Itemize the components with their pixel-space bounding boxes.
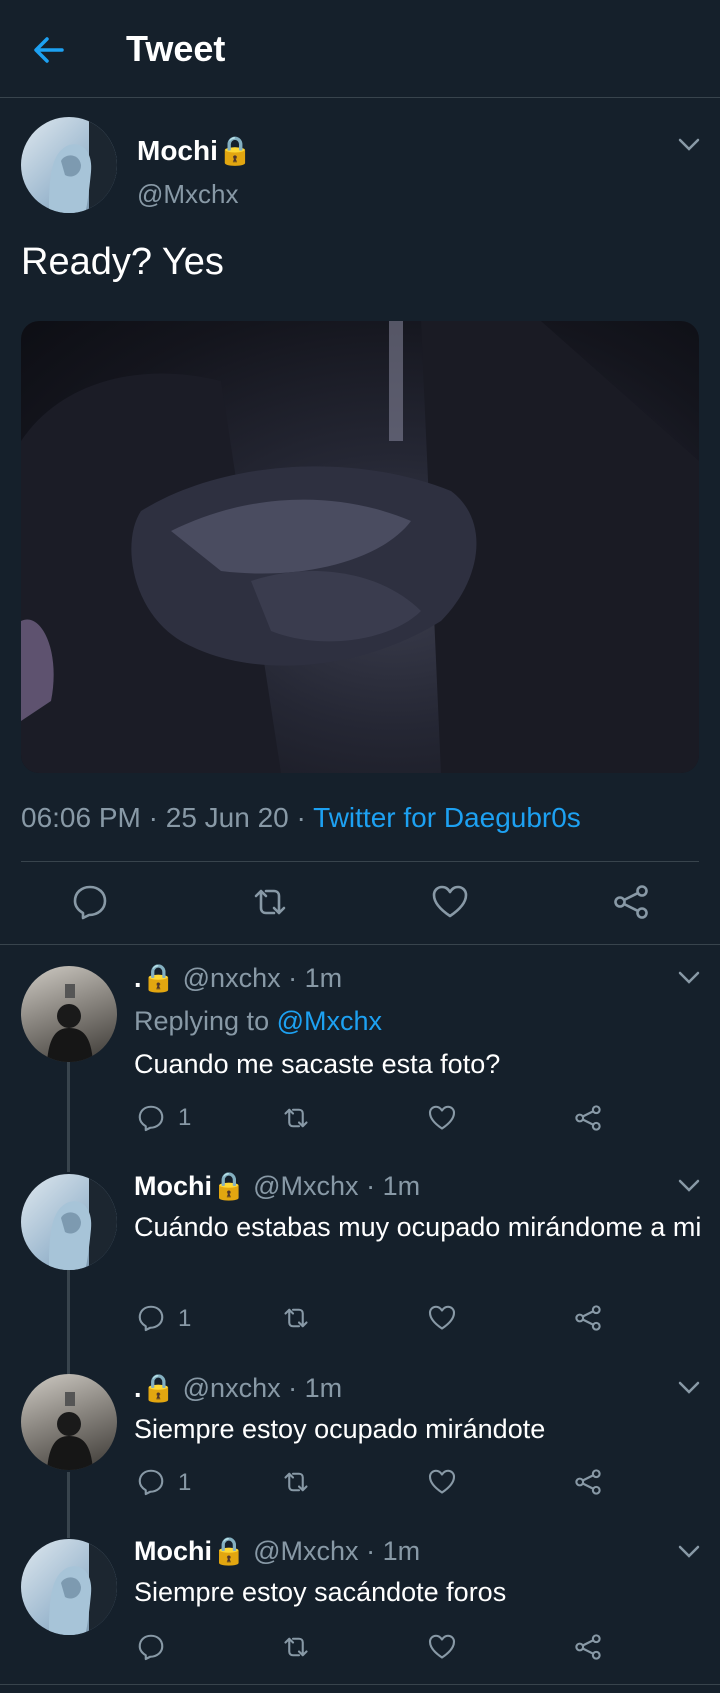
share-icon[interactable]: [573, 1103, 603, 1133]
replying-to: Replying to @Mxchx: [134, 1006, 382, 1037]
reply-author-handle[interactable]: @Mxchx: [253, 1536, 358, 1566]
reply-text: Siempre estoy sacándote foros: [134, 1577, 507, 1607]
replying-to-handle[interactable]: @Mxchx: [277, 1006, 382, 1036]
share-icon[interactable]: [573, 1467, 603, 1497]
reply-header: .🔒 @nxchx · 1m: [134, 962, 342, 994]
top-app-bar: Tweet: [0, 0, 720, 98]
meta-separator: ·: [148, 802, 166, 833]
like-icon[interactable]: [427, 1303, 457, 1333]
chevron-down-icon[interactable]: [678, 971, 700, 985]
reply-icon[interactable]: [136, 1632, 166, 1662]
tweet-image[interactable]: [21, 321, 699, 773]
reply-time: 1m: [304, 963, 343, 993]
reply-icon[interactable]: [136, 1467, 166, 1497]
avatar[interactable]: [21, 1539, 117, 1635]
like-icon[interactable]: [427, 1103, 457, 1133]
retweet-icon[interactable]: [281, 1103, 311, 1133]
reply-author-handle[interactable]: @Mxchx: [253, 1171, 358, 1201]
retweet-icon[interactable]: [281, 1632, 311, 1662]
reply-count: 1: [178, 1469, 192, 1496]
chevron-down-icon[interactable]: [678, 1381, 700, 1395]
like-icon[interactable]: [427, 1632, 457, 1662]
retweet-icon[interactable]: [250, 882, 290, 922]
avatar[interactable]: [21, 117, 117, 213]
reply-author-name[interactable]: .🔒: [134, 1373, 175, 1403]
author-handle[interactable]: @Mxchx: [137, 179, 239, 210]
reply-time: 1m: [382, 1536, 421, 1566]
meta-separator: ·: [366, 1536, 376, 1566]
share-icon[interactable]: [573, 1303, 603, 1333]
page-title: Tweet: [126, 28, 226, 69]
divider: [0, 1684, 720, 1685]
share-icon[interactable]: [573, 1632, 603, 1662]
tweet-text: Ready? Yes: [21, 241, 224, 283]
reply-header: .🔒 @nxchx · 1m: [134, 1372, 342, 1404]
reply-text: Siempre estoy ocupado mirándote: [134, 1414, 546, 1444]
chevron-down-icon[interactable]: [678, 1545, 700, 1559]
tweet-date: 25 Jun 20: [165, 802, 289, 833]
tweet-source[interactable]: Twitter for Daegubr0s: [313, 802, 581, 833]
divider: [0, 944, 720, 945]
back-arrow-icon[interactable]: [28, 30, 68, 70]
avatar[interactable]: [21, 1174, 117, 1270]
retweet-icon[interactable]: [281, 1467, 311, 1497]
avatar[interactable]: [21, 1374, 117, 1470]
tweet-time: 06:06 PM: [21, 802, 141, 833]
reply-author-name[interactable]: Mochi🔒: [134, 1171, 246, 1201]
meta-separator: ·: [288, 1373, 298, 1403]
reply-text: Cuándo estabas muy ocupado mirándome a m…: [134, 1212, 702, 1242]
reply-author-handle[interactable]: @nxchx: [183, 1373, 281, 1403]
like-icon[interactable]: [430, 882, 470, 922]
reply-author-handle[interactable]: @nxchx: [183, 963, 281, 993]
reply-icon[interactable]: [136, 1103, 166, 1133]
replying-to-label: Replying to: [134, 1006, 270, 1036]
thread-line: [67, 1472, 70, 1538]
reply-count: 1: [178, 1305, 192, 1332]
meta-separator: ·: [296, 802, 314, 833]
author-name[interactable]: Mochi🔒: [137, 134, 253, 167]
divider: [21, 861, 699, 862]
avatar[interactable]: [21, 966, 117, 1062]
chevron-down-icon[interactable]: [678, 138, 700, 152]
reply-count: 1: [178, 1104, 192, 1131]
thread-line: [67, 1062, 70, 1172]
retweet-icon[interactable]: [281, 1303, 311, 1333]
reply-header: Mochi🔒 @Mxchx · 1m: [134, 1535, 420, 1567]
reply-author-name[interactable]: .🔒: [134, 963, 175, 993]
thread-line: [67, 1270, 70, 1374]
like-icon[interactable]: [427, 1467, 457, 1497]
chevron-down-icon[interactable]: [678, 1179, 700, 1193]
meta-separator: ·: [366, 1171, 376, 1201]
reply-header: Mochi🔒 @Mxchx · 1m: [134, 1170, 420, 1202]
reply-author-name[interactable]: Mochi🔒: [134, 1536, 246, 1566]
reply-text: Cuando me sacaste esta foto?: [134, 1049, 501, 1079]
tweet-meta: 06:06 PM · 25 Jun 20 · Twitter for Daegu…: [21, 802, 581, 834]
reply-icon[interactable]: [136, 1303, 166, 1333]
reply-time: 1m: [304, 1373, 343, 1403]
reply-icon[interactable]: [70, 882, 110, 922]
share-icon[interactable]: [611, 882, 651, 922]
reply-time: 1m: [382, 1171, 421, 1201]
meta-separator: ·: [288, 963, 298, 993]
